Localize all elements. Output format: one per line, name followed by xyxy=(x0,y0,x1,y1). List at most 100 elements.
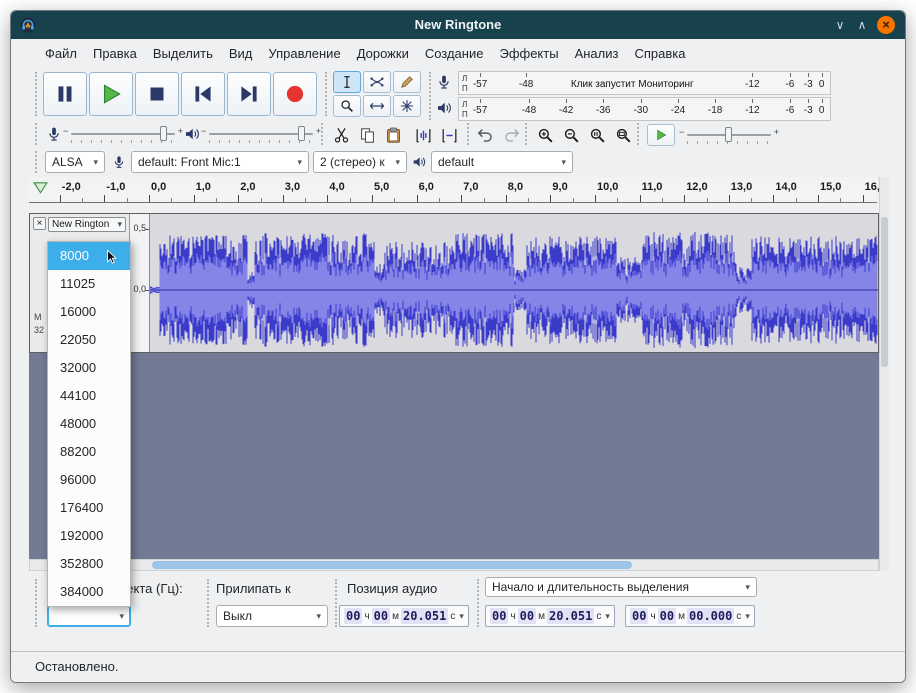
sample-rate-option-88200[interactable]: 88200 xyxy=(48,438,130,466)
zoom-in-button[interactable] xyxy=(533,123,557,147)
menu-item-7[interactable]: Создание xyxy=(417,39,492,69)
copy-button[interactable] xyxy=(355,123,379,147)
waveform[interactable] xyxy=(150,214,878,352)
vertical-scale-ruler[interactable]: 0,5 0,0 xyxy=(130,214,150,352)
horizontal-scrollbar[interactable] xyxy=(29,559,879,571)
audio-position-time[interactable]: 00ч00м20.051с▾ xyxy=(339,605,469,627)
toolbar-grip[interactable] xyxy=(207,579,213,627)
paste-button[interactable] xyxy=(381,123,405,147)
toolbar-grip[interactable] xyxy=(35,151,41,173)
toolbar-grip[interactable] xyxy=(477,579,483,627)
sample-rate-option-11025[interactable]: 11025 xyxy=(48,270,130,298)
project-rate-select[interactable]: ▾ xyxy=(47,605,131,627)
sample-rate-option-48000[interactable]: 48000 xyxy=(48,410,130,438)
skip-end-button[interactable] xyxy=(227,72,271,116)
record-button[interactable] xyxy=(273,72,317,116)
slider-thumb[interactable] xyxy=(725,127,732,142)
titlebar[interactable]: New Ringtone ∨ ∧ × xyxy=(11,11,905,39)
sample-rate-option-176400[interactable]: 176400 xyxy=(48,494,130,522)
sample-rate-option-96000[interactable]: 96000 xyxy=(48,466,130,494)
zoom-fit-button[interactable] xyxy=(611,123,635,147)
menu-item-4[interactable]: Вид xyxy=(221,39,261,69)
menu-item-10[interactable]: Справка xyxy=(626,39,693,69)
skip-start-button[interactable] xyxy=(181,72,225,116)
time-digits[interactable]: 00 xyxy=(518,608,536,624)
silence-selection-button[interactable] xyxy=(437,123,461,147)
menu-item-3[interactable]: Выделить xyxy=(145,39,221,69)
menu-item-2[interactable]: Правка xyxy=(85,39,145,69)
play-at-speed-button[interactable] xyxy=(647,124,675,146)
sample-rate-option-32000[interactable]: 32000 xyxy=(48,354,130,382)
timeline-ruler[interactable]: -2,0-1,00,01,02,03,04,05,06,07,08,09,010… xyxy=(29,177,877,203)
play-button[interactable] xyxy=(89,72,133,116)
sample-rate-option-44100[interactable]: 44100 xyxy=(48,382,130,410)
menu-item-5[interactable]: Управление xyxy=(260,39,348,69)
snap-to-select[interactable]: Выкл ▾ xyxy=(216,605,328,627)
recording-channels-select[interactable]: 2 (стерео) к ▾ xyxy=(313,151,407,173)
toolbar-grip[interactable] xyxy=(35,579,41,627)
draw-tool-button[interactable] xyxy=(393,71,421,93)
playback-device-select[interactable]: default ▾ xyxy=(431,151,573,173)
pause-button[interactable] xyxy=(43,72,87,116)
horizontal-scrollbar-thumb[interactable] xyxy=(152,561,632,569)
selection-length-time[interactable]: 00ч00м00.000с▾ xyxy=(625,605,755,627)
slider-thumb[interactable] xyxy=(298,126,305,141)
time-digits[interactable]: 00 xyxy=(630,608,648,624)
zoom-out-button[interactable] xyxy=(559,123,583,147)
selection-mode-select[interactable]: Начало и длительность выделения ▾ xyxy=(485,577,757,597)
menu-item-6[interactable]: Дорожки xyxy=(349,39,417,69)
chevron-down-icon[interactable]: ▾ xyxy=(459,611,464,622)
selection-start-time[interactable]: 00ч00м20.051с▾ xyxy=(485,605,615,627)
maximize-button[interactable]: ∧ xyxy=(853,16,871,34)
vertical-scrollbar-thumb[interactable] xyxy=(881,217,888,367)
time-digits[interactable]: 20.051 xyxy=(547,608,594,624)
quick-play-triangle-icon[interactable] xyxy=(32,180,49,197)
audio-host-select[interactable]: ALSA ▾ xyxy=(45,151,105,173)
toolbar-grip[interactable] xyxy=(325,72,331,116)
time-digits[interactable]: 00.000 xyxy=(687,608,734,624)
zoom-tool-button[interactable] xyxy=(333,95,361,117)
track-close-button[interactable]: × xyxy=(33,217,46,230)
vertical-scrollbar[interactable] xyxy=(879,177,889,571)
time-digits[interactable]: 00 xyxy=(344,608,362,624)
recording-device-select[interactable]: default: Front Mic:1 ▾ xyxy=(131,151,309,173)
selection-tool-button[interactable] xyxy=(333,71,361,93)
slider-thumb[interactable] xyxy=(160,126,167,141)
audio-track[interactable]: × New Rington ▾ М 32 0,5 0,0 xyxy=(29,213,879,353)
time-digits[interactable]: 00 xyxy=(372,608,390,624)
time-digits[interactable]: 20.051 xyxy=(401,608,448,624)
multi-tool-button[interactable] xyxy=(393,95,421,117)
toolbar-grip[interactable] xyxy=(35,123,41,145)
close-button[interactable]: × xyxy=(877,16,895,34)
undo-button[interactable] xyxy=(473,123,497,147)
playback-meter[interactable]: Л П -57-48-42-36-30-24-18-12-6-30 xyxy=(458,97,831,121)
minimize-button[interactable]: ∨ xyxy=(831,16,849,34)
sample-rate-option-16000[interactable]: 16000 xyxy=(48,298,130,326)
timeshift-tool-button[interactable] xyxy=(363,95,391,117)
menu-item-1[interactable]: Файл xyxy=(37,39,85,69)
toolbar-grip[interactable] xyxy=(35,72,41,116)
sample-rate-option-22050[interactable]: 22050 xyxy=(48,326,130,354)
envelope-tool-button[interactable] xyxy=(363,71,391,93)
recording-meter[interactable]: Л П -57-48Клик запустит Мониторинг-12-6-… xyxy=(458,71,831,95)
track-name-button[interactable]: New Rington ▾ xyxy=(48,217,126,232)
trim-outside-button[interactable] xyxy=(411,123,435,147)
sample-rate-option-192000[interactable]: 192000 xyxy=(48,522,130,550)
stop-button[interactable] xyxy=(135,72,179,116)
menu-item-8[interactable]: Эффекты xyxy=(491,39,566,69)
sample-rate-option-352800[interactable]: 352800 xyxy=(48,550,130,578)
toolbar-grip[interactable] xyxy=(637,123,643,145)
recording-volume-slider[interactable]: − + xyxy=(71,125,175,143)
zoom-selection-button[interactable] xyxy=(585,123,609,147)
sample-rate-option-384000[interactable]: 384000 xyxy=(48,578,130,606)
time-digits[interactable]: 00 xyxy=(658,608,676,624)
menu-item-9[interactable]: Анализ xyxy=(567,39,627,69)
toolbar-grip[interactable] xyxy=(321,123,327,145)
toolbar-grip[interactable] xyxy=(525,123,531,145)
play-speed-slider[interactable]: − + xyxy=(687,126,771,144)
chevron-down-icon[interactable]: ▾ xyxy=(745,611,750,622)
time-digits[interactable]: 00 xyxy=(490,608,508,624)
playback-volume-slider[interactable]: − + xyxy=(209,125,313,143)
cut-button[interactable] xyxy=(329,123,353,147)
chevron-down-icon[interactable]: ▾ xyxy=(605,611,610,622)
